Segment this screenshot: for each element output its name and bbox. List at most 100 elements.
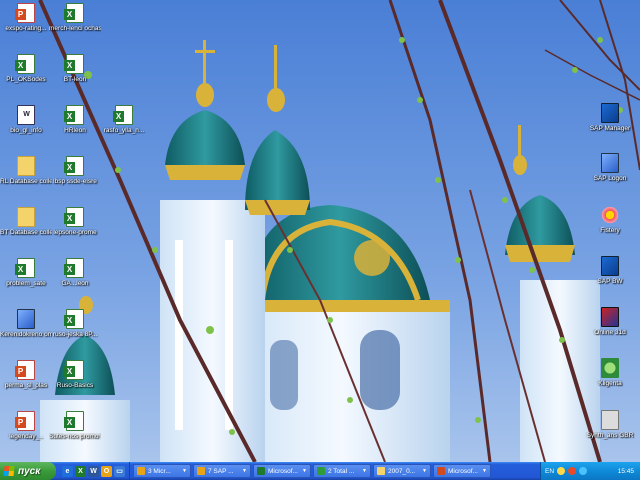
desktop-icon[interactable]: Kligenta: [584, 358, 636, 388]
sap-icon: [601, 256, 619, 276]
desktop-icon[interactable]: exspo-rating...: [0, 3, 52, 33]
desktop-icon[interactable]: ruso-jeska 8P...: [49, 309, 101, 339]
excel-file-icon: [64, 105, 84, 125]
online-icon: [601, 307, 619, 327]
desktop-icon-label: Fistery: [600, 227, 620, 234]
word-icon[interactable]: W: [88, 465, 99, 477]
desktop-icon-label: SAP Logon: [593, 175, 627, 182]
window-icon[interactable]: ▭: [114, 465, 125, 477]
desktop-icon-label: exspo-rating...: [5, 25, 47, 32]
taskbar-button-label: Microsof...: [268, 467, 298, 475]
excel-file-icon: [15, 54, 35, 74]
desktop-icon[interactable]: BT-leon: [49, 54, 101, 84]
app-icon: [137, 467, 145, 475]
desktop-icon-label: problem_sate: [6, 280, 46, 287]
desktop-icon-label: lbsp ssde-elsre: [53, 178, 97, 185]
desktop-icon-label: perma_sl_plas: [4, 382, 48, 389]
desktop-icon-label: Kerenidokreno ombos.BBP...: [0, 331, 52, 338]
excel-icon[interactable]: X: [75, 465, 86, 477]
desktop-icon[interactable]: perma_sl_plas: [0, 360, 52, 390]
desktop-icon[interactable]: Kerenidokreno ombos.BBP...: [0, 309, 52, 339]
outlook-icon[interactable]: O: [101, 465, 112, 477]
desktop-icon[interactable]: merch-lenci ochast: [49, 3, 101, 33]
desktop-icon[interactable]: GA...leon: [49, 258, 101, 288]
taskbar-button-label: 2 Total ...: [328, 467, 355, 475]
desktop-icon[interactable]: Fistery: [584, 205, 636, 235]
taskbar-button[interactable]: Microsof... ▼: [253, 464, 311, 478]
desktop-icon[interactable]: BT Database collection: [0, 207, 52, 237]
chevron-down-icon: ▼: [302, 468, 307, 474]
excel-file-icon: [64, 156, 84, 176]
document-file-icon: [17, 105, 35, 125]
chevron-down-icon: ▼: [482, 468, 487, 474]
powerpoint-file-icon: [15, 411, 35, 431]
taskbar-button[interactable]: 3 Micr... ▼: [133, 464, 191, 478]
excel-file-icon: [64, 309, 84, 329]
desktop-icon[interactable]: Synth_ans GBR: [584, 410, 636, 440]
start-label: пуск: [18, 465, 41, 477]
sap-icon: [601, 103, 619, 123]
chevron-down-icon: ▼: [362, 468, 367, 474]
taskbar-button-label: 3 Micr...: [148, 467, 171, 475]
globe-icon: [601, 358, 619, 378]
desktop-icon-label: merch-lenci ochast: [49, 25, 101, 32]
excel-file-icon: [64, 3, 84, 23]
desktop-icon[interactable]: HRleon: [49, 105, 101, 135]
desktop-icon[interactable]: legenday_..: [0, 411, 52, 441]
desktop-icon-label: Ruso-Basics: [56, 382, 94, 389]
ie-icon[interactable]: e: [62, 465, 73, 477]
desktop-icon-label: SAP BW: [597, 278, 623, 285]
taskbar-button[interactable]: Microsof... ▼: [433, 464, 491, 478]
desktop-icon[interactable]: problem_sate: [0, 258, 52, 288]
chevron-down-icon: ▼: [242, 468, 247, 474]
taskbar-button[interactable]: 7 SAP ... ▼: [193, 464, 251, 478]
desktop-icon[interactable]: Ruso-Basics: [49, 360, 101, 390]
flower-icon: [601, 205, 619, 225]
desktop-icon[interactable]: SAP BW: [584, 256, 636, 286]
desktop-icon[interactable]: Online 31d: [584, 307, 636, 337]
desktop-icon[interactable]: RL Database collection: [0, 156, 52, 186]
desktop-icon-label: Sutes-nos promo BO: [49, 433, 101, 440]
network-icon[interactable]: [579, 467, 588, 475]
application-icon: [601, 153, 619, 173]
desktop-icon[interactable]: SAP Logon: [584, 153, 636, 183]
application-icon: [17, 309, 35, 329]
desktop-icon-label: Kligenta: [598, 380, 622, 387]
start-button[interactable]: пуск: [0, 462, 56, 480]
desktop-icon-label: RL Database collection: [0, 178, 52, 185]
desktop-icon[interactable]: PL_OKSodes: [0, 54, 52, 84]
desktop-icon[interactable]: Sutes-nos promo BO: [49, 411, 101, 441]
app-icon: [317, 467, 325, 475]
excel-file-icon: [15, 258, 35, 278]
quick-launch-bar: e X W O ▭: [56, 462, 130, 480]
chevron-down-icon: ▼: [182, 468, 187, 474]
desktop-icon-label: bio_gl_info: [10, 127, 42, 134]
windows-flag-icon: [3, 466, 15, 476]
taskbar-button[interactable]: 2 Total ... ▼: [313, 464, 371, 478]
taskbar-button[interactable]: 2007_0... ▼: [373, 464, 431, 478]
desktop-icon[interactable]: bio_gl_info: [0, 105, 52, 135]
desktop-icon[interactable]: lepsone-prome: [49, 207, 101, 237]
app-icon: [197, 467, 205, 475]
chevron-down-icon: ▼: [422, 468, 427, 474]
desktop-icon-label: SAP Manager: [589, 125, 631, 132]
desktop-icon[interactable]: rasfo_ylla_n...: [98, 105, 150, 135]
desktop-icon-label: ruso-jeska 8P...: [52, 331, 98, 338]
excel-file-icon: [64, 360, 84, 380]
desktop-icon-label: Online 31d: [594, 329, 626, 336]
desktop-icon[interactable]: SAP Manager: [584, 103, 636, 133]
desktop-icon-label: PL_OKSodes: [6, 76, 46, 83]
volume-icon[interactable]: [557, 467, 566, 475]
clock[interactable]: 15:45: [618, 468, 640, 475]
desktop-icon-label: Synth_ans GBR: [586, 432, 634, 439]
desktop-icon[interactable]: lbsp ssde-elsre: [49, 156, 101, 186]
taskbar: пуск e X W O ▭ 3 Micr... ▼ 7 SAP ... ▼ Microsof.…: [0, 462, 640, 480]
taskbar-buttons: 3 Micr... ▼ 7 SAP ... ▼ Microsof... ▼ 2 Total …: [130, 462, 491, 480]
excel-file-icon: [64, 207, 84, 227]
folder-icon: [17, 207, 35, 227]
language-indicator[interactable]: EN: [545, 468, 554, 475]
app-icon: [437, 467, 445, 475]
taskbar-button-label: 2007_0...: [388, 467, 416, 475]
antivirus-icon[interactable]: [568, 467, 577, 475]
desktop-icon-label: BT Database collection: [0, 229, 52, 236]
